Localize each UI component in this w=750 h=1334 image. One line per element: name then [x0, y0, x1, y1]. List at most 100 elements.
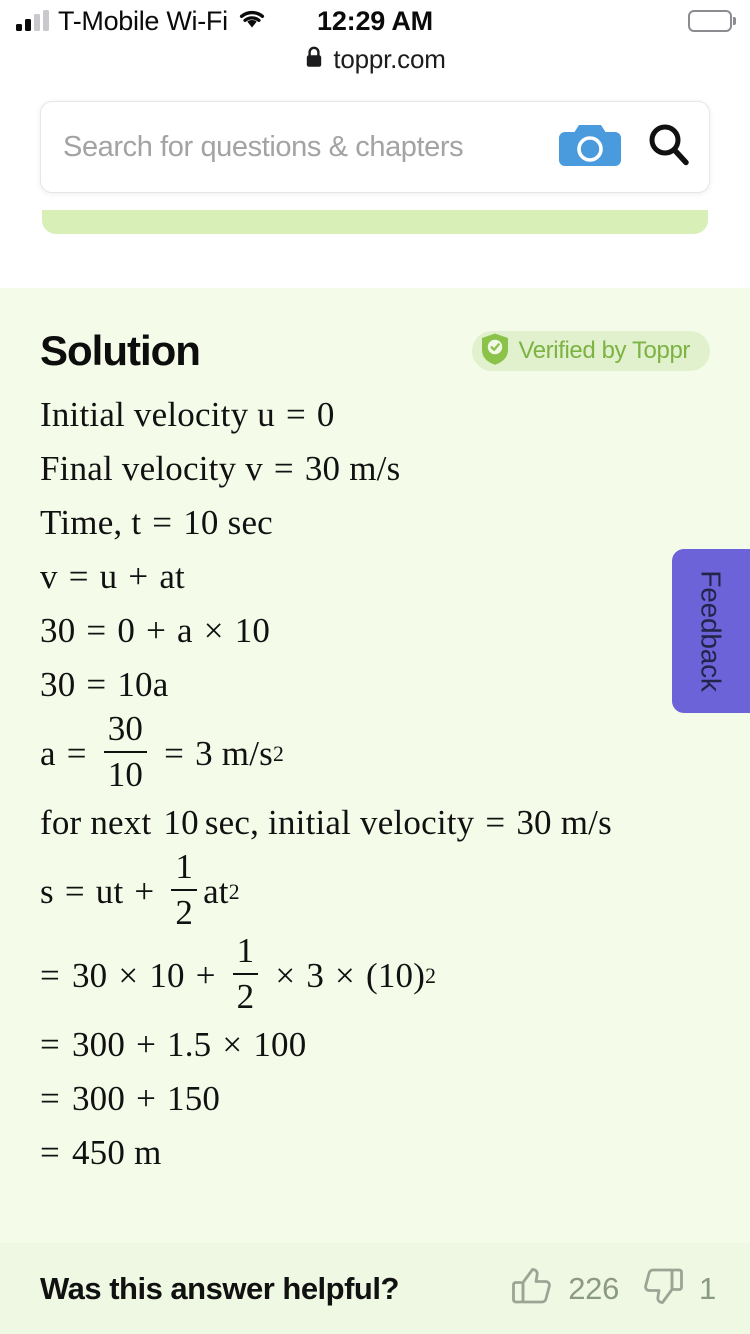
math-operator: ×	[335, 956, 355, 995]
math-value: at	[203, 872, 229, 911]
math-value: v	[40, 557, 58, 596]
math-operator: =	[273, 449, 294, 488]
page-title: Solution	[40, 327, 201, 374]
math-operator: ×	[222, 1025, 243, 1064]
downvote-count: 1	[699, 1270, 716, 1306]
math-line-8: for next 10 sec, initial velocity = 30 m…	[40, 796, 720, 850]
math-operator: +	[128, 557, 149, 596]
math-unit: m/s	[349, 449, 401, 488]
search-header	[0, 77, 750, 210]
math-unit: m/s	[560, 803, 612, 842]
math-unit: m	[134, 1133, 162, 1172]
math-operator: +	[136, 1079, 157, 1118]
math-value: 10a	[117, 665, 169, 704]
fraction-bar	[103, 751, 148, 753]
math-operator: =	[485, 803, 506, 842]
browser-url-bar[interactable]: toppr.com	[0, 42, 750, 77]
math-operator: ×	[118, 956, 139, 995]
fraction-bar	[232, 973, 259, 975]
fraction-numerator: 30	[107, 709, 144, 749]
status-bar: T-Mobile Wi-Fi 12:29 AM	[0, 0, 750, 42]
fraction-denominator: 2	[175, 893, 194, 932]
helpful-footer: Was this answer helpful? 226 1	[0, 1243, 750, 1334]
upvote-button[interactable]: 226	[510, 1265, 619, 1312]
math-text: for next	[40, 803, 152, 842]
fraction-denominator: 2	[236, 977, 255, 1016]
math-unit: m/s	[221, 734, 273, 773]
upvote-count: 226	[568, 1270, 620, 1306]
math-text: Initial velocity u	[40, 395, 275, 434]
downvote-button[interactable]: 1	[641, 1265, 716, 1312]
search-input[interactable]	[41, 130, 551, 164]
math-value: 30	[304, 449, 341, 488]
url-domain: toppr.com	[333, 44, 446, 74]
fraction-1-over-2: 1 2	[232, 932, 259, 1016]
math-line-6: 30 = 10a	[40, 658, 720, 712]
math-value: at	[159, 557, 185, 596]
math-operator: =	[40, 1025, 60, 1064]
math-value: 1.5	[167, 1025, 212, 1064]
math-line-7: a = 30 10 = 3 m/s 2	[40, 709, 284, 794]
math-operator: ×	[275, 956, 296, 995]
math-value: 10	[163, 803, 199, 842]
math-operator: =	[40, 1133, 60, 1172]
math-unit: sec	[227, 503, 273, 542]
solution-card: Solution Verified by Toppr Initial veloc…	[0, 288, 750, 1243]
verified-shield-icon	[480, 332, 510, 371]
math-value: 30	[40, 665, 76, 704]
math-value: 150	[167, 1079, 221, 1118]
feedback-tab[interactable]: Feedback	[672, 549, 750, 713]
thumbs-down-icon	[641, 1265, 685, 1312]
math-operator: =	[68, 557, 89, 596]
math-line-2: Final velocity v = 30 m/s	[40, 442, 720, 496]
math-value: 0	[316, 395, 335, 434]
math-value: 10	[234, 611, 271, 650]
math-operator: =	[152, 503, 173, 542]
camera-icon	[557, 119, 623, 176]
math-operator: +	[134, 872, 155, 911]
math-value: 0	[117, 611, 136, 650]
vote-group: 226 1	[510, 1265, 716, 1312]
banner-spacer	[0, 258, 750, 288]
math-line-13: = 450 m	[40, 1126, 720, 1180]
math-operator: +	[146, 611, 167, 650]
math-value: u	[99, 557, 118, 596]
search-bar[interactable]	[40, 101, 710, 193]
math-value: 300	[71, 1079, 126, 1118]
math-operator: =	[86, 611, 107, 650]
math-line-1: Initial velocity u = 0	[40, 388, 720, 442]
math-value: a	[177, 611, 193, 650]
math-line-9: s = ut + 1 2 at 2	[40, 847, 240, 932]
solution-header: Solution Verified by Toppr	[40, 323, 710, 379]
math-value: (10)	[365, 956, 426, 995]
fraction-1-over-2: 1 2	[171, 848, 198, 932]
math-value: 3	[195, 734, 213, 773]
math-line-5: 30 = 0 + a × 10	[40, 604, 720, 658]
camera-search-button[interactable]	[551, 119, 629, 176]
thumbs-up-icon	[510, 1265, 554, 1312]
verified-label: Verified by Toppr	[518, 337, 690, 364]
math-operator: +	[136, 1025, 157, 1064]
fraction-30-over-10: 30 10	[103, 709, 148, 794]
math-line-11: = 300 + 1.5 × 100	[40, 1018, 720, 1072]
math-operator: =	[285, 395, 306, 434]
search-icon	[645, 121, 693, 174]
search-submit-button[interactable]	[629, 121, 709, 174]
math-operator: =	[64, 872, 85, 911]
math-value: 100	[253, 1025, 307, 1064]
math-value: 3	[306, 956, 325, 995]
math-text: sec, initial velocity	[204, 803, 475, 842]
math-operator: =	[66, 734, 87, 773]
helpful-question: Was this answer helpful?	[40, 1270, 399, 1306]
math-value: 450	[71, 1133, 126, 1172]
math-value: 10	[149, 956, 185, 995]
math-line-4: v = u + at	[40, 550, 720, 604]
math-value: ut	[95, 872, 124, 911]
math-text: Time, t	[40, 503, 142, 542]
math-value: s	[40, 872, 54, 911]
math-value: 30	[516, 803, 552, 842]
math-value: 30	[71, 956, 108, 995]
math-value: 300	[71, 1025, 126, 1064]
math-operator: ×	[203, 611, 224, 650]
status-bar-clock: 12:29 AM	[317, 5, 433, 36]
